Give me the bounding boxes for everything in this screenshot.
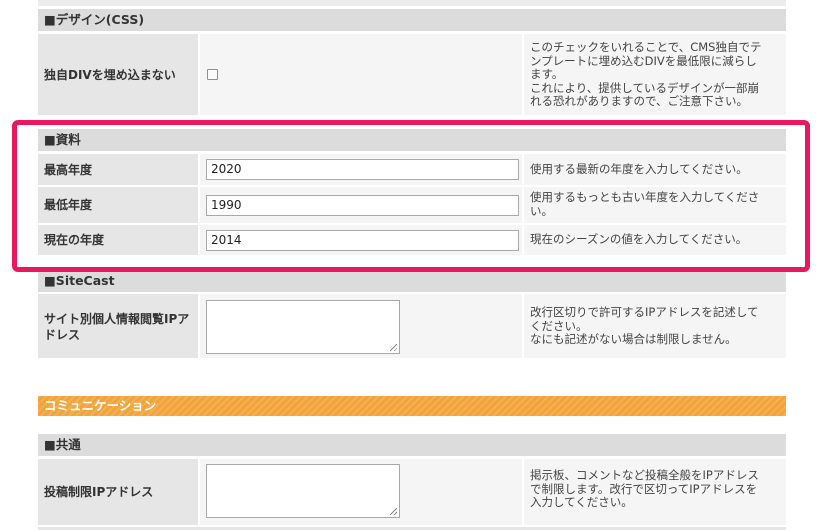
communication-band: コミュニケーション — [38, 396, 786, 416]
prev-row-sliver — [38, 0, 786, 6]
desc-line: ンプレートに埋め込むDIVを最低限に減らし — [530, 53, 757, 68]
label-sitecast-ip: サイト別個人情報閲覧IPア ドレス — [38, 294, 198, 358]
highlight-box — [12, 120, 810, 272]
resize-grip-icon[interactable] — [390, 508, 397, 515]
input-cell-sitecast-ip — [200, 294, 522, 358]
desc-line: このチェックをいれることで、CMS独自でテ — [530, 40, 762, 54]
label-line: サイト別個人情報閲覧IPア — [44, 312, 190, 326]
label-line: ドレス — [44, 328, 81, 342]
label-post-ip-text: 投稿制限IPアドレス — [44, 485, 154, 499]
unique-div-checkbox[interactable] — [207, 69, 218, 80]
desc-sitecast-ip: 改行区切りで許可するIPアドレスを記述して ください。 なにも記述がない場合は制… — [524, 294, 786, 358]
desc-line: ます。 — [530, 67, 564, 81]
label-post-ip: 投稿制限IPアドレス — [38, 459, 198, 525]
desc-line: 改行区切りで許可するIPアドレスを記述して — [530, 305, 759, 319]
resize-grip-icon[interactable] — [390, 344, 397, 351]
desc-line: れる恐れがありますので、ご注意下さい。 — [530, 94, 749, 108]
desc-line: ください。 — [530, 318, 588, 333]
desc-line: 掲示板、コメントなど投稿全般をIPアドレス — [530, 468, 759, 482]
desc-post-ip: 掲示板、コメントなど投稿全般をIPアドレス で制限します。改行で区切ってIPアド… — [524, 459, 786, 525]
label-unique-div: 独自DIVを埋め込まない — [38, 34, 198, 115]
input-cell-unique-div — [200, 34, 522, 115]
section-header-sitecast: ■SiteCast — [38, 270, 786, 292]
desc-line: 入力してください。 — [530, 495, 633, 509]
label-unique-div-text: 独自DIVを埋め込まない — [44, 67, 176, 82]
desc-line: で制限します。改行で区切ってIPアドレスを — [530, 481, 758, 496]
section-header-common: ■共通 — [38, 434, 786, 456]
desc-line: なにも記述がない場合は制限しません。 — [530, 332, 737, 346]
desc-line: これにより、提供しているデザインが一部崩 — [530, 80, 759, 95]
section-header-design: ■デザイン(CSS) — [38, 9, 786, 31]
sitecast-ip-textarea[interactable] — [206, 300, 400, 354]
input-cell-post-ip — [200, 459, 522, 525]
desc-unique-div: このチェックをいれることで、CMS独自でテ ンプレートに埋め込むDIVを最低限に… — [524, 34, 786, 115]
post-ip-textarea[interactable] — [206, 464, 400, 518]
